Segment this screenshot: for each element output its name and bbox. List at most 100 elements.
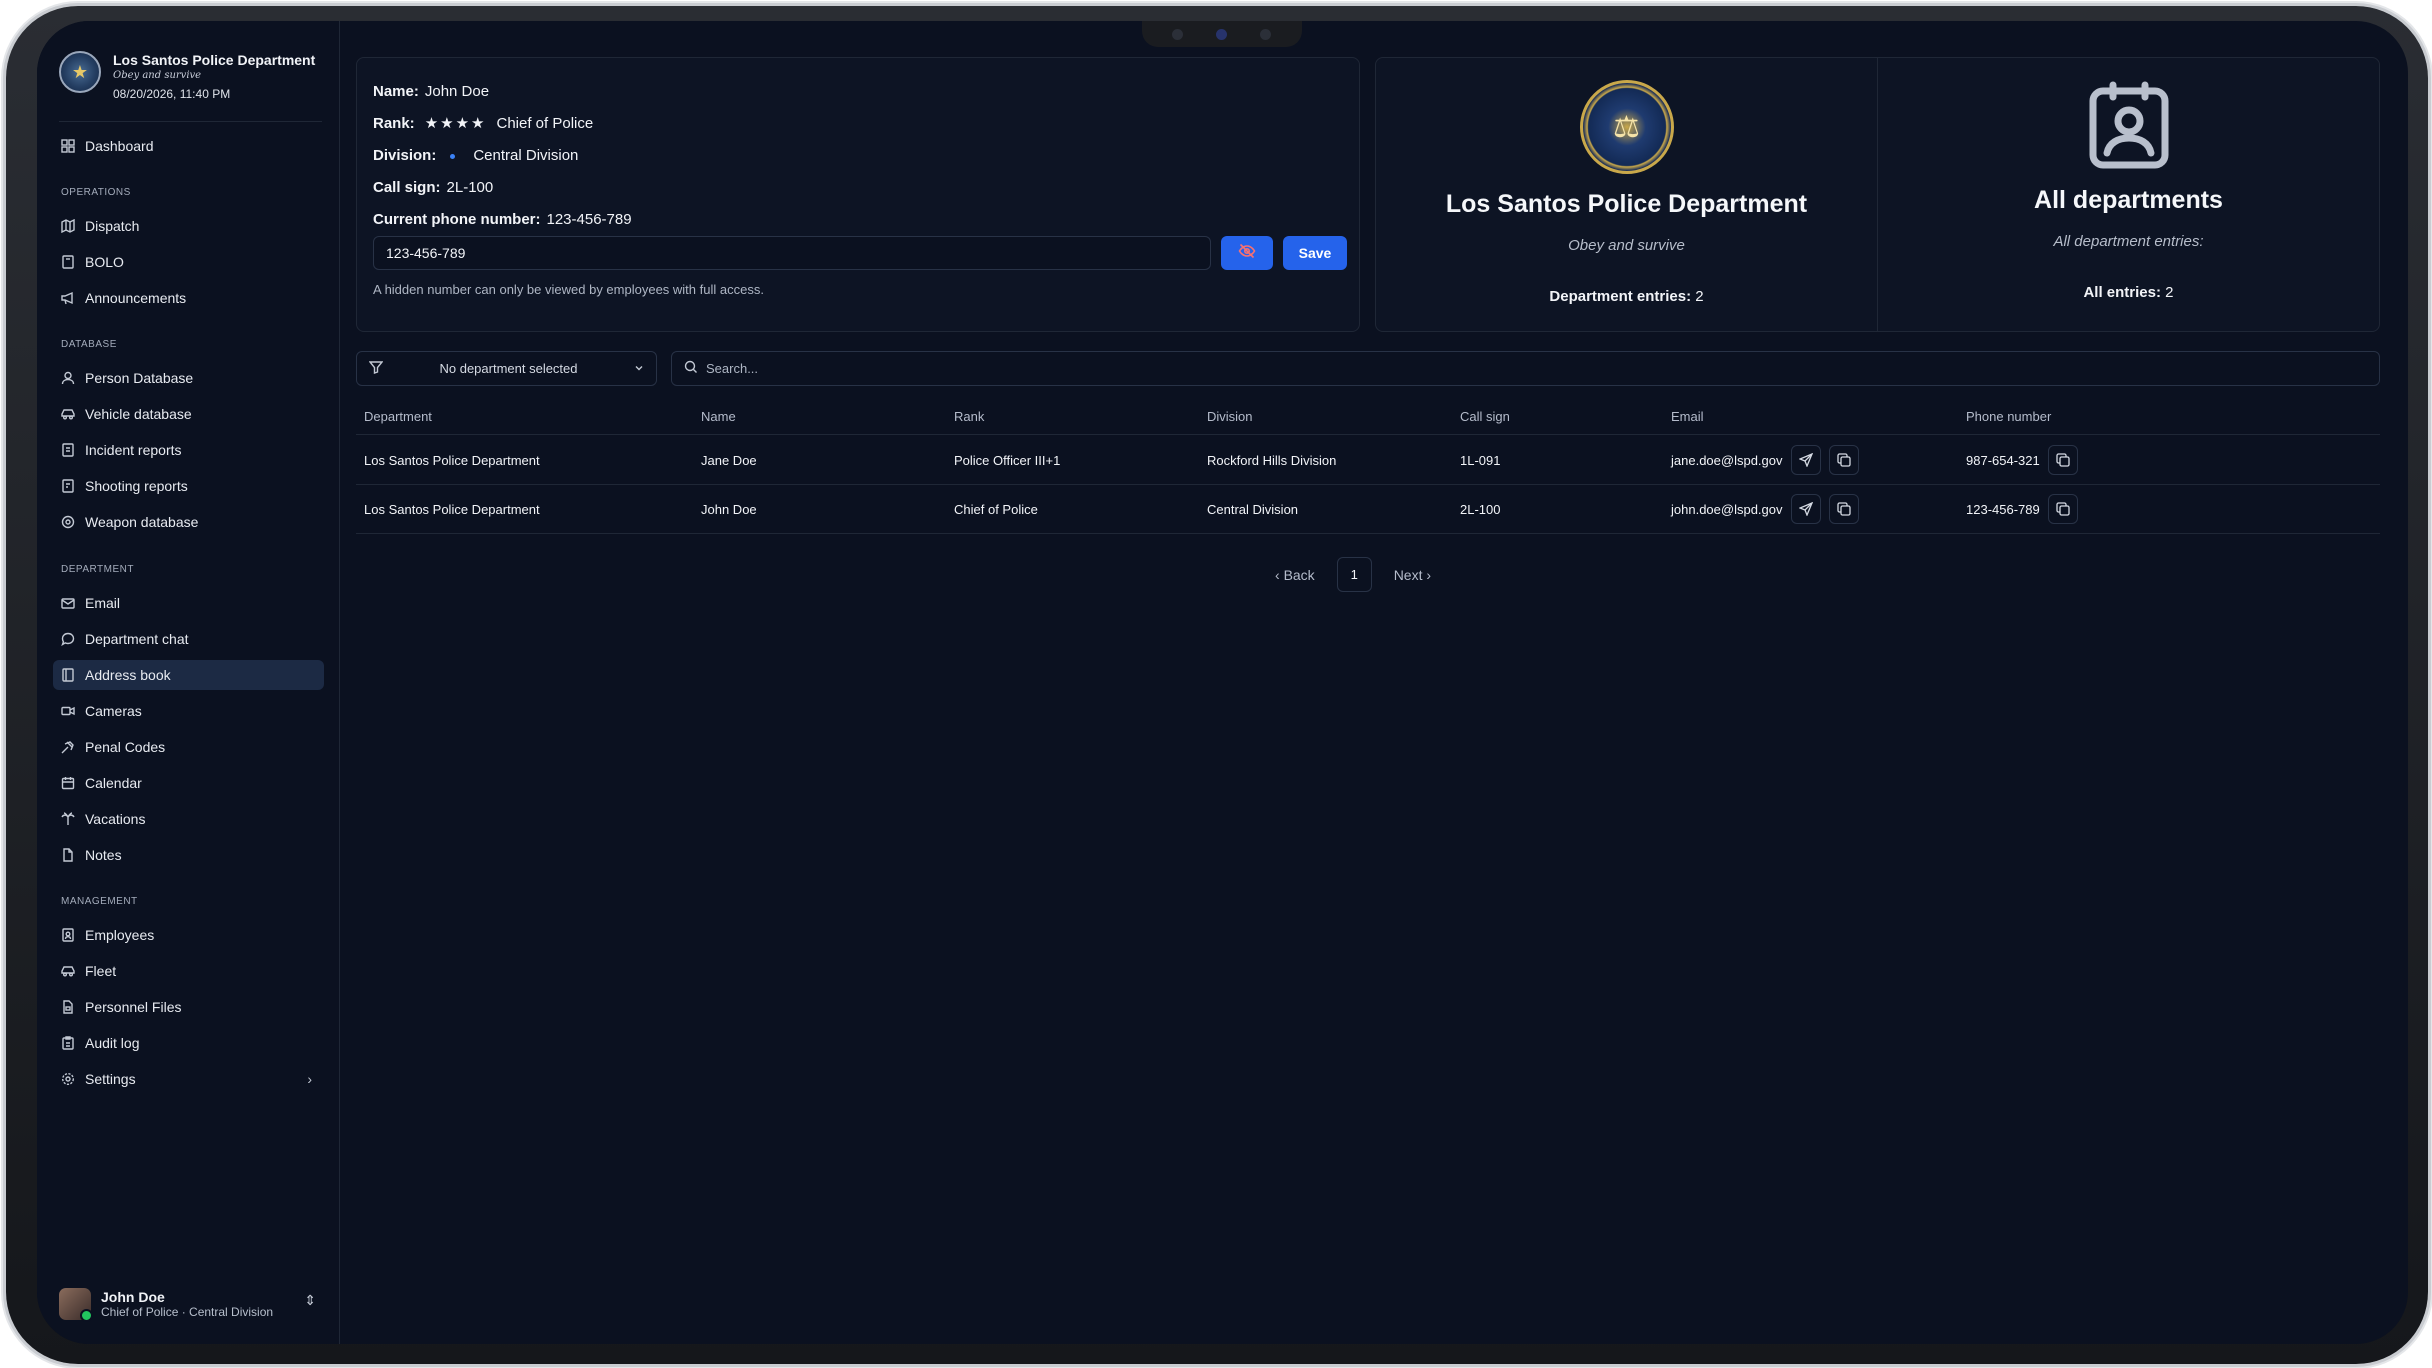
column-header-division[interactable]: Division — [1207, 399, 1253, 434]
copy-phone-button[interactable] — [2047, 445, 2078, 475]
sidebar-item-dispatch[interactable]: Dispatch — [53, 211, 324, 241]
copy-icon — [1836, 453, 1851, 467]
phone-number-input[interactable] — [373, 236, 1211, 270]
copy-icon — [1836, 502, 1851, 516]
file-icon — [61, 848, 75, 862]
sidebar-item-notes[interactable]: Notes — [53, 840, 324, 870]
sidebar-item-settings[interactable]: Settings › — [53, 1064, 324, 1094]
cell-phone: 987-654-321 — [1966, 436, 2078, 484]
column-header-department[interactable]: Department — [364, 399, 432, 434]
department-entries-count: 2 — [1695, 288, 1704, 305]
column-header-phone[interactable]: Phone number — [1966, 399, 2051, 434]
avatar — [59, 1288, 93, 1322]
column-header-email[interactable]: Email — [1671, 399, 1704, 434]
person-icon — [61, 371, 75, 385]
search-input[interactable]: Search... — [671, 351, 2380, 386]
sidebar-item-fleet[interactable]: Fleet — [53, 956, 324, 986]
cell-email: jane.doe@lspd.gov — [1671, 436, 1859, 484]
search-placeholder: Search... — [706, 361, 759, 376]
brand-datetime: 08/20/2026, 11:40 PM — [113, 87, 231, 101]
sidebar-item-person-database[interactable]: Person Database — [53, 363, 324, 393]
sidebar-item-calendar[interactable]: Calendar — [53, 768, 324, 798]
user-menu[interactable]: John Doe Chief of Police · Central Divis… — [59, 1284, 324, 1324]
divider — [59, 121, 322, 122]
sidebar-item-label: BOLO — [85, 254, 124, 270]
cell-callsign: 2L-100 — [1460, 501, 1501, 517]
save-button[interactable]: Save — [1283, 236, 1347, 270]
send-email-button[interactable] — [1790, 445, 1821, 475]
sidebar-item-department-chat[interactable]: Department chat — [53, 624, 324, 654]
user-subtitle: Chief of Police · Central Division — [101, 1305, 274, 1319]
sidebar: ★ Los Santos Police Department Obey and … — [37, 21, 340, 1344]
filter-icon — [368, 360, 384, 377]
profile-card: Name: John Doe Rank: ★★★★ Chief of Polic… — [356, 57, 1360, 332]
profile-division-row: Division: Central Division — [373, 140, 1343, 172]
hide-number-button[interactable] — [1221, 236, 1273, 270]
brand[interactable]: ★ Los Santos Police Department Obey and … — [59, 51, 315, 103]
sidebar-item-label: Announcements — [85, 290, 187, 306]
section-label-operations: OPERATIONS — [61, 187, 131, 198]
department-entries: Department entries: 2 — [1549, 288, 1703, 305]
gavel-icon — [61, 740, 75, 754]
book-icon — [61, 255, 75, 269]
sidebar-item-incident-reports[interactable]: Incident reports — [53, 435, 324, 465]
sidebar-item-dashboard[interactable]: Dashboard — [53, 131, 324, 161]
table-row[interactable]: Los Santos Police Department Jane Doe Po… — [356, 436, 2380, 485]
sidebar-item-employees[interactable]: Employees — [53, 920, 324, 950]
next-button[interactable]: Next › — [1394, 567, 1431, 583]
column-header-callsign[interactable]: Call sign — [1460, 399, 1510, 434]
department-entries-label: Department entries: — [1549, 288, 1692, 305]
sidebar-item-audit-log[interactable]: Audit log — [53, 1028, 324, 1058]
sidebar-item-label: Fleet — [85, 963, 117, 979]
all-entries-label: All entries: — [2083, 284, 2161, 301]
column-header-name[interactable]: Name — [701, 399, 736, 434]
back-button[interactable]: ‹ Back — [1275, 567, 1315, 583]
copy-phone-button[interactable] — [2047, 494, 2078, 524]
sidebar-item-personnel-files[interactable]: Personnel Files — [53, 992, 324, 1022]
sensor-icon — [1172, 29, 1183, 40]
sidebar-item-bolo[interactable]: BOLO — [53, 247, 324, 277]
mail-icon — [61, 596, 75, 610]
cell-division: Rockford Hills Division — [1207, 452, 1337, 468]
phone-text: 123-456-789 — [1966, 501, 2040, 517]
sidebar-item-announcements[interactable]: Announcements — [53, 283, 324, 313]
sidebar-item-email[interactable]: Email — [53, 588, 324, 618]
profile-name-row: Name: John Doe — [373, 76, 1343, 108]
sidebar-item-penal-codes[interactable]: Penal Codes — [53, 732, 324, 762]
sidebar-item-shooting-reports[interactable]: Shooting reports — [53, 471, 324, 501]
sidebar-item-label: Calendar — [85, 775, 142, 791]
sidebar-item-label: Vacations — [85, 811, 146, 827]
eye-off-icon — [1238, 242, 1256, 265]
chevron-right-icon: › — [1422, 566, 1432, 583]
email-text: john.doe@lspd.gov — [1671, 501, 1783, 517]
sidebar-item-vehicle-database[interactable]: Vehicle database — [53, 399, 324, 429]
department-filter-select[interactable]: No department selected — [356, 351, 657, 386]
sidebar-item-vacations[interactable]: Vacations — [53, 804, 324, 834]
report-icon — [61, 479, 75, 493]
gear-icon — [61, 1072, 75, 1086]
department-panel: ⚖ Los Santos Police Department Obey and … — [1376, 58, 1877, 331]
rank-label: Rank: — [373, 115, 415, 132]
sidebar-item-cameras[interactable]: Cameras — [53, 696, 324, 726]
table-row[interactable]: Los Santos Police Department John Doe Ch… — [356, 485, 2380, 534]
sidebar-item-address-book[interactable]: Address book — [53, 660, 324, 690]
cell-callsign: 1L-091 — [1460, 452, 1501, 468]
profile-phone-row: Current phone number: 123-456-789 — [373, 204, 1343, 236]
page-1-button[interactable]: 1 — [1336, 557, 1372, 592]
profile-division: Central Division — [473, 147, 579, 164]
copy-email-button[interactable] — [1828, 445, 1859, 475]
division-label: Division: — [373, 147, 437, 164]
column-header-rank[interactable]: Rank — [954, 399, 984, 434]
user-name: John Doe — [101, 1289, 165, 1305]
cell-department: Los Santos Police Department — [364, 452, 540, 468]
name-label: Name: — [373, 83, 419, 100]
search-icon — [684, 360, 698, 377]
sidebar-item-weapon-database[interactable]: Weapon database — [53, 507, 324, 537]
sidebar-item-label: Shooting reports — [85, 478, 188, 494]
sidebar-item-label: Person Database — [85, 370, 194, 386]
copy-email-button[interactable] — [1828, 494, 1859, 524]
phone-text: 987-654-321 — [1966, 452, 2040, 468]
report-icon — [61, 443, 75, 457]
send-icon — [1798, 453, 1813, 467]
send-email-button[interactable] — [1790, 494, 1821, 524]
